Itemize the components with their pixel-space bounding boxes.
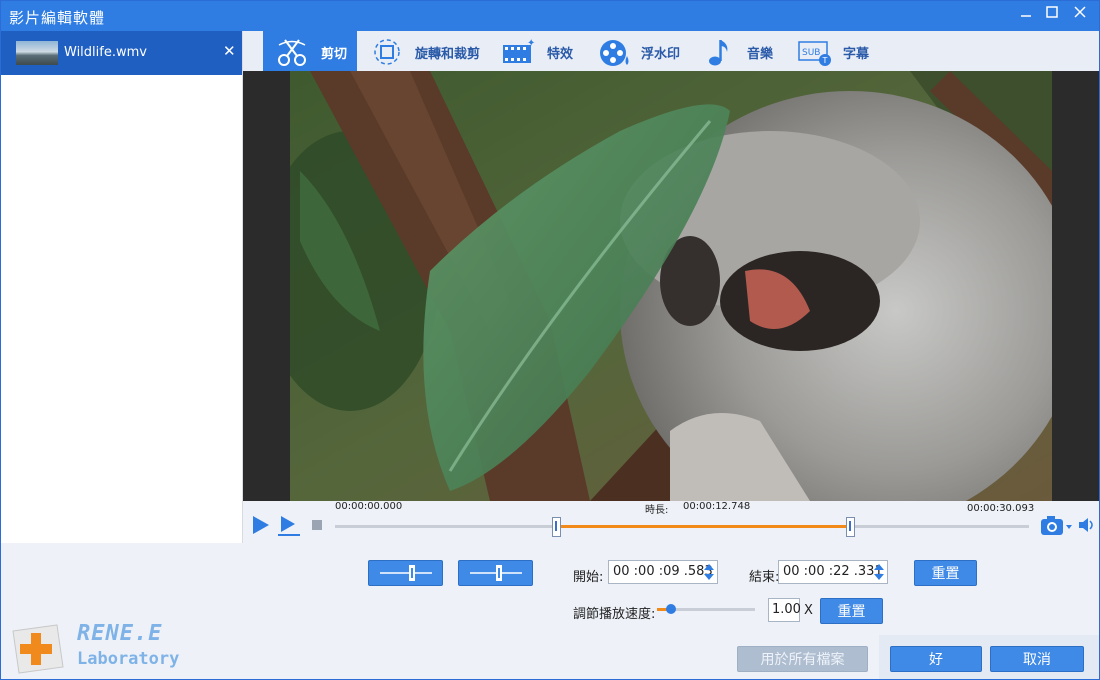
scissors-icon: [278, 39, 306, 66]
set-start-button[interactable]: [368, 560, 443, 586]
music-note-icon: [709, 40, 728, 66]
file-item[interactable]: Wildlife.wmv ✕: [1, 31, 242, 75]
video-frame[interactable]: [290, 71, 1052, 501]
timeline-track[interactable]: [335, 525, 1029, 528]
end-marker-icon: [469, 565, 522, 581]
tab-label: 旋轉和裁剪: [415, 47, 481, 62]
timeline-start-time: 00:00:00.000: [335, 501, 403, 512]
tab-label: 音樂: [747, 47, 774, 62]
file-list-panel: Wildlife.wmv ✕: [1, 31, 243, 543]
svg-text:✦: ✦: [527, 38, 535, 49]
close-window-button[interactable]: [1069, 5, 1091, 27]
apply-to-all-button[interactable]: 用於所有檔案: [737, 646, 868, 672]
brand-logo: RENE.E Laboratory: [5, 619, 205, 677]
duration-label: 時長:: [645, 505, 669, 516]
title-bar: 影片編輯軟體: [1, 1, 1099, 31]
end-time-stepper-icon[interactable]: [873, 562, 885, 582]
tab-label: 剪切: [321, 47, 348, 62]
timeline-selection: [556, 525, 850, 528]
end-time-label: 結束:: [749, 570, 780, 585]
start-marker-icon: [379, 565, 432, 581]
timeline-start-handle[interactable]: [552, 517, 562, 537]
tab-subtitle[interactable]: SUB T 字幕: [795, 31, 875, 71]
tab-label: 浮水印: [641, 47, 681, 62]
maximize-icon: [1046, 6, 1058, 18]
reset-speed-button[interactable]: 重置: [820, 598, 883, 624]
film-effects-icon: ✦: [503, 38, 535, 63]
close-icon: [1074, 6, 1086, 18]
reset-time-button[interactable]: 重置: [914, 560, 977, 586]
set-end-button[interactable]: [458, 560, 533, 586]
play-icon[interactable]: [251, 515, 271, 535]
minimize-button[interactable]: [1015, 5, 1037, 27]
stop-icon[interactable]: [311, 519, 323, 531]
cut-settings-panel: 開始: 00 :00 :09 .583 結束: 00 :00 :22 .331 …: [1, 543, 1099, 679]
speed-value: 1.00: [772, 602, 801, 617]
watermark-reel-icon: [600, 40, 629, 66]
brand-sub: Laboratory: [77, 649, 180, 669]
volume-icon[interactable]: [1077, 515, 1097, 535]
duration-value: 00:00:12.748: [683, 501, 751, 512]
crop-rotate-icon: [374, 39, 400, 65]
end-time-field[interactable]: 00 :00 :22 .331: [778, 560, 888, 584]
remove-file-icon[interactable]: ✕: [223, 42, 236, 60]
minimize-icon: [1021, 15, 1031, 17]
video-thumbnail: [16, 41, 58, 65]
tab-effects[interactable]: ✦ 特效: [499, 31, 579, 71]
maximize-button[interactable]: [1041, 5, 1063, 27]
svg-text:T: T: [822, 56, 828, 65]
start-time-value: 00 :00 :09 .583: [613, 564, 713, 579]
koala-video-frame: [290, 71, 1052, 501]
edit-tabs: 剪切 旋轉和裁剪 ✦ 特效 浮水印 音樂 SUB T 字幕: [243, 31, 1099, 71]
timeline-end-handle[interactable]: [845, 517, 855, 537]
svg-text:SUB: SUB: [802, 48, 820, 58]
dialog-footer: 好 取消: [879, 635, 1099, 679]
logo-medical-cross-icon: [12, 624, 64, 674]
speed-label: 調節播放速度:: [573, 607, 656, 622]
play-selection-icon[interactable]: [277, 515, 301, 537]
file-name: Wildlife.wmv: [64, 45, 147, 60]
app-window: 影片編輯軟體 Wildlife.wmv ✕ 剪切 旋轉和裁剪 ✦ 特效 浮水印 …: [0, 0, 1100, 680]
brand-name: RENE.E: [77, 621, 163, 646]
speed-slider-knob[interactable]: [665, 604, 676, 614]
cancel-button[interactable]: 取消: [990, 646, 1084, 672]
tab-cut[interactable]: 剪切: [263, 31, 357, 71]
speed-slider[interactable]: [657, 604, 755, 614]
tab-crop-rotate[interactable]: 旋轉和裁剪: [367, 31, 489, 71]
player-controls: 00:00:00.000 時長: 00:00:12.748 00:00:30.0…: [243, 501, 1099, 543]
end-time-value: 00 :00 :22 .331: [783, 564, 883, 579]
timeline-end-time: 00:00:30.093: [967, 503, 1035, 514]
speed-value-field[interactable]: 1.00: [768, 598, 801, 622]
window-title: 影片編輯軟體: [9, 9, 106, 27]
ok-button[interactable]: 好: [890, 646, 982, 672]
tab-music[interactable]: 音樂: [703, 31, 781, 71]
start-time-label: 開始:: [573, 570, 604, 585]
start-time-stepper-icon[interactable]: [703, 562, 715, 582]
start-time-field[interactable]: 00 :00 :09 .583: [608, 560, 718, 584]
speed-unit: X: [804, 603, 813, 618]
tab-watermark[interactable]: 浮水印: [595, 31, 691, 71]
video-preview-area: [243, 71, 1099, 501]
tab-label: 字幕: [843, 47, 870, 62]
snapshot-camera-icon[interactable]: [1039, 513, 1073, 537]
tab-label: 特效: [547, 47, 574, 62]
subtitle-icon: SUB T: [798, 41, 831, 66]
